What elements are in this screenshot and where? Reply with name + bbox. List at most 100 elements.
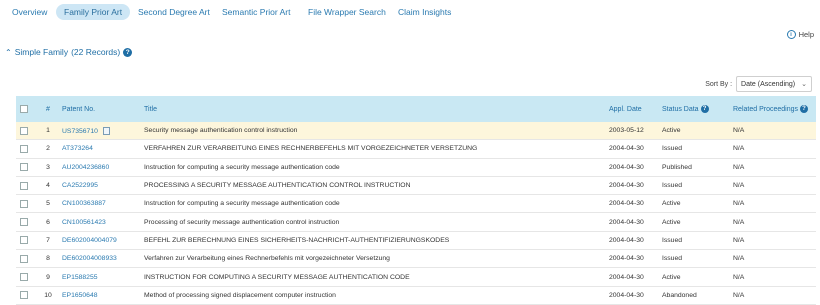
header-patent[interactable]: Patent No.	[58, 96, 140, 122]
related-proceedings: N/A	[729, 286, 816, 305]
header-date[interactable]: Appl. Date	[605, 96, 658, 122]
question-icon[interactable]: ?	[123, 47, 133, 57]
row-checkbox[interactable]	[20, 218, 28, 227]
status-data: Active	[658, 194, 729, 214]
application-date: 2004-04-30	[605, 212, 658, 232]
section-title: Simple Family	[14, 47, 69, 57]
patent-link[interactable]: EP1650648	[62, 292, 98, 299]
table-row[interactable]: 3 AU2004236860 Instruction for computing a…	[16, 158, 816, 177]
application-date: 2004-04-30	[605, 158, 658, 177]
row-number: 8	[38, 249, 58, 269]
row-checkbox[interactable]	[20, 254, 28, 263]
patent-link[interactable]: CA2522995	[62, 182, 98, 189]
status-data: Issued	[658, 176, 729, 196]
help-label: Help	[798, 30, 814, 39]
status-data: Abandoned	[658, 286, 729, 305]
application-date: 2004-04-30	[605, 267, 658, 287]
sort-select[interactable]: Date (Ascending) ⌄	[736, 76, 812, 92]
row-checkbox[interactable]	[20, 273, 28, 282]
row-number: 7	[38, 231, 58, 251]
row-checkbox[interactable]	[20, 199, 28, 208]
section-header[interactable]: ⌃ Simple Family (22 Records) ?	[5, 47, 133, 57]
tab-file-wrapper-search[interactable]: File Wrapper Search	[308, 4, 386, 20]
tab-overview[interactable]: Overview	[12, 4, 47, 20]
table-row[interactable]: 6 CN100561423 Processing of security messa…	[16, 212, 816, 232]
chevron-down-icon: ⌄	[801, 81, 807, 88]
tab-second-degree-art[interactable]: Second Degree Art	[138, 4, 210, 20]
status-data: Active	[658, 122, 729, 141]
tab-family-prior-art[interactable]: Family Prior Art	[56, 4, 131, 20]
header-related[interactable]: Related Proceedings?	[729, 96, 816, 122]
row-number: 3	[38, 158, 58, 177]
sort-label: Sort By :	[705, 80, 733, 88]
patent-link[interactable]: EP1588255	[62, 274, 98, 281]
row-number: 4	[38, 176, 58, 196]
table-row[interactable]: 8 DE602004008933 Verfahren zur Verarbeitun…	[16, 249, 816, 269]
table-row[interactable]: 5 CN100363887 Instruction for computing a …	[16, 194, 816, 214]
patent-title: Instruction for computing a security mes…	[140, 194, 605, 214]
top-navigation: Overview Family Prior Art Second Degree …	[0, 0, 820, 24]
application-date: 2004-04-30	[605, 249, 658, 269]
patent-title: INSTRUCTION FOR COMPUTING A SECURITY MES…	[140, 267, 605, 287]
header-title[interactable]: Title	[140, 96, 605, 122]
help-link[interactable]: i Help	[786, 30, 814, 39]
table-row[interactable]: 1 US7356710 Security message authenticatio…	[16, 122, 816, 141]
status-data: Active	[658, 267, 729, 287]
status-data: Issued	[658, 231, 729, 251]
tab-claim-insights[interactable]: Claim Insights	[398, 4, 451, 20]
header-status-label: Status Data	[662, 105, 699, 113]
table-row[interactable]: 9 EP1588255 INSTRUCTION FOR COMPUTING A SE…	[16, 267, 816, 287]
related-proceedings: N/A	[729, 212, 816, 232]
patent-link[interactable]: AU2004236860	[62, 164, 109, 171]
patent-title: VERFAHREN ZUR VERARBEITUNG EINES RECHNER…	[140, 139, 605, 159]
tab-semantic-prior-art[interactable]: Semantic Prior Art	[222, 4, 291, 20]
related-proceedings: N/A	[729, 158, 816, 177]
patent-link[interactable]: DE602004004079	[62, 237, 117, 244]
patent-link[interactable]: US7356710	[62, 127, 98, 134]
info-icon: i	[786, 30, 796, 39]
related-proceedings: N/A	[729, 231, 816, 251]
patent-title: Verfahren zur Verarbeitung eines Rechner…	[140, 249, 605, 269]
table-row[interactable]: 10 EP1650648 Method of processing signed d…	[16, 286, 816, 305]
related-proceedings: N/A	[729, 194, 816, 214]
status-help-icon[interactable]: ?	[700, 105, 709, 113]
row-number: 10	[38, 286, 58, 305]
patent-link[interactable]: CN100363887	[62, 200, 106, 207]
patent-link[interactable]: CN100561423	[62, 219, 106, 226]
related-proceedings: N/A	[729, 122, 816, 141]
row-number: 2	[38, 139, 58, 159]
sort-value: Date (Ascending)	[741, 80, 796, 88]
row-checkbox[interactable]	[20, 236, 28, 245]
patent-link[interactable]: AT373264	[62, 145, 93, 152]
status-data: Active	[658, 212, 729, 232]
row-checkbox[interactable]	[20, 181, 28, 190]
row-checkbox[interactable]	[20, 163, 28, 172]
application-date: 2004-04-30	[605, 176, 658, 196]
table-row[interactable]: 2 AT373264 VERFAHREN ZUR VERARBEITUNG EINE…	[16, 139, 816, 159]
row-checkbox[interactable]	[20, 144, 28, 153]
select-all-checkbox[interactable]	[20, 105, 28, 113]
header-num: #	[46, 105, 50, 113]
application-date: 2004-04-30	[605, 139, 658, 159]
application-date: 2004-04-30	[605, 231, 658, 251]
related-help-icon[interactable]: ?	[800, 104, 808, 113]
patent-title: Processing of security message authentic…	[140, 212, 605, 232]
row-number: 6	[38, 212, 58, 232]
patent-title: Security message authentication control …	[140, 122, 605, 141]
document-icon[interactable]	[102, 126, 110, 135]
family-table: # Patent No. Title Appl. Date Status Dat…	[16, 96, 816, 305]
related-proceedings: N/A	[729, 176, 816, 196]
row-number: 9	[38, 267, 58, 287]
application-date: 2004-04-30	[605, 286, 658, 305]
row-checkbox[interactable]	[20, 126, 28, 135]
table-row[interactable]: 7 DE602004004079 BEFEHL ZUR BERECHNUNG EIN…	[16, 231, 816, 251]
row-checkbox[interactable]	[20, 291, 28, 300]
chevron-up-icon[interactable]: ⌃	[5, 48, 12, 57]
header-status[interactable]: Status Data?	[658, 96, 729, 122]
patent-link[interactable]: DE602004008933	[62, 255, 117, 262]
row-number: 1	[38, 122, 58, 141]
patent-title: BEFEHL ZUR BERECHNUNG EINES SICHERHEITS-…	[140, 231, 605, 251]
patent-title: Instruction for computing a security mes…	[140, 158, 605, 177]
related-proceedings: N/A	[729, 249, 816, 269]
table-row[interactable]: 4 CA2522995 PROCESSING A SECURITY MESSAGE …	[16, 176, 816, 196]
